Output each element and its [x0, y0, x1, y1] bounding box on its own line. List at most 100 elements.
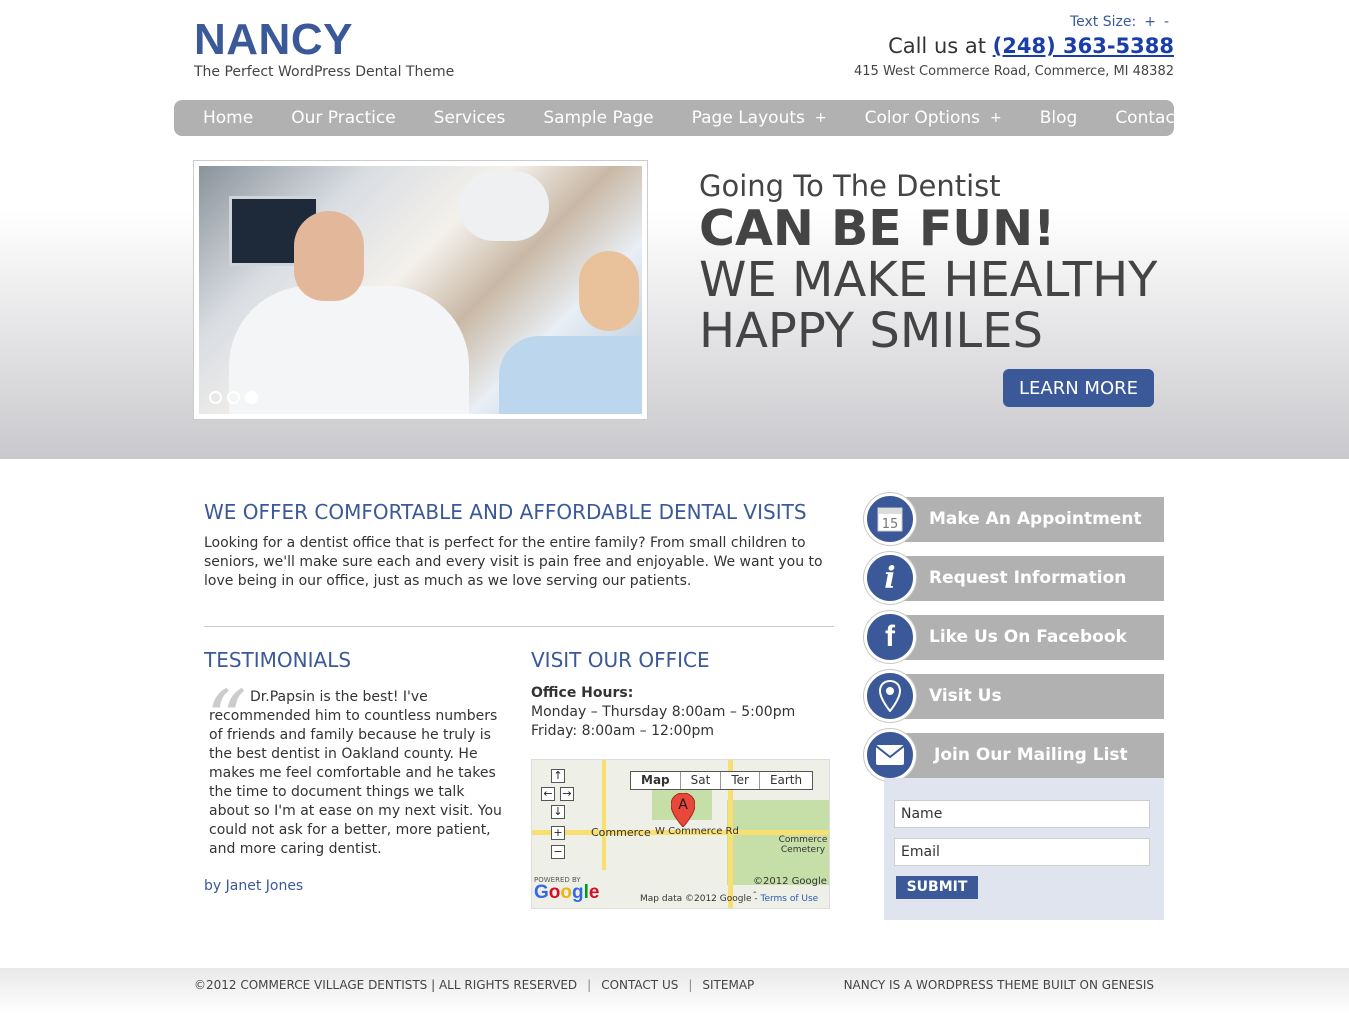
visit-heading: VISIT OUR OFFICE	[531, 648, 710, 672]
nav-label: Home	[203, 108, 254, 128]
sidebar-mailing-list[interactable]: Join Our Mailing List	[864, 729, 1164, 781]
text-size-label: Text Size:	[1069, 14, 1137, 30]
nav-item-blog[interactable]: Blog	[1021, 108, 1097, 128]
hours-label: Office Hours:	[531, 685, 634, 701]
site-title[interactable]: NANCY	[194, 14, 454, 66]
map-pan-up-icon[interactable]: ↑	[551, 769, 565, 783]
facebook-icon: f	[864, 611, 916, 663]
phone-link[interactable]: (248) 363-5388	[993, 34, 1174, 58]
hours-weekday: Monday – Thursday 8:00am – 5:00pm	[531, 704, 796, 720]
nav-label: Color Options	[864, 108, 980, 128]
testimonial-author: by Janet Jones	[204, 878, 304, 894]
nav-label: Sample Page	[543, 108, 654, 128]
map-terms-link[interactable]: Terms of Use	[760, 894, 818, 904]
patient-figure	[499, 336, 642, 414]
map-road-label: Commerce	[591, 826, 651, 839]
map-pan-left-icon[interactable]: ←	[541, 787, 555, 801]
nav-item-home[interactable]: Home	[184, 108, 272, 128]
sidebar-like-facebook[interactable]: Like Us On Facebook f	[864, 611, 1164, 663]
learn-more-button[interactable]: LEARN MORE	[1003, 369, 1154, 407]
map-type-earth[interactable]: Earth	[758, 772, 812, 789]
footer-copyright: ©2012 COMMERCE VILLAGE DENTISTS | ALL RI…	[194, 978, 578, 992]
nav-item-contact-us[interactable]: Contact Us	[1096, 108, 1227, 128]
map-data-attribution: Map data ©2012 Google - Terms of Use	[640, 894, 818, 904]
content-divider	[204, 626, 834, 627]
map-zoom-out-icon[interactable]: −	[551, 845, 565, 859]
sidebar-label: Request Information	[929, 568, 1127, 588]
site-tagline: The Perfect WordPress Dental Theme	[194, 64, 455, 80]
info-icon: i	[864, 552, 916, 604]
intro-body: Looking for a dentist office that is per…	[204, 535, 823, 589]
sidebar-make-appointment[interactable]: Make An Appointment 15	[864, 493, 1164, 545]
dentist-figure	[229, 286, 469, 414]
map-type-sat[interactable]: Sat	[679, 772, 721, 789]
call-label: Call us at	[888, 34, 986, 58]
nav-item-our-practice[interactable]: Our Practice	[272, 108, 414, 128]
map-data-text: Map data ©2012 Google -	[640, 894, 758, 904]
intro-section: WE OFFER COMFORTABLE AND AFFORDABLE DENT…	[204, 500, 834, 591]
map-type-ter[interactable]: Ter	[720, 772, 759, 789]
intro-heading: WE OFFER COMFORTABLE AND AFFORDABLE DENT…	[204, 500, 807, 524]
sidebar-visit-us[interactable]: Visit Us	[864, 670, 1164, 722]
nav-label: Services	[433, 108, 506, 128]
site-logo[interactable]: NANCY The Perfect WordPress Dental Theme	[194, 14, 454, 80]
slide-image-dentist-patient	[199, 166, 642, 414]
hero-line-3: WE MAKE HEALTHY	[699, 252, 1158, 308]
sidebar-label: Like Us On Facebook	[929, 627, 1127, 647]
map-pan-down-icon[interactable]: ↓	[551, 805, 565, 819]
main-nav: Home Our Practice Services Sample Page P…	[174, 100, 1208, 136]
address: 415 West Commerce Road, Commerce, MI 483…	[854, 64, 1174, 79]
facebook-glyph: f	[885, 620, 895, 653]
nav-item-color-options[interactable]: Color Options +	[846, 108, 1021, 128]
nav-item-sample-page[interactable]: Sample Page	[524, 108, 672, 128]
map-type-map[interactable]: Map	[631, 772, 680, 789]
quote-mark-icon: “	[206, 673, 247, 766]
email-field[interactable]: Email	[894, 838, 1150, 866]
patient-head	[579, 251, 639, 331]
map-pan-right-icon[interactable]: →	[560, 787, 574, 801]
text-size-decrease-button[interactable]: -	[1164, 14, 1169, 30]
call-us: Call us at (248) 363-5388	[888, 34, 1174, 58]
submenu-plus-icon: +	[814, 110, 827, 126]
footer-sitemap-link[interactable]: SITEMAP	[702, 978, 754, 992]
footer-contact-link[interactable]: CONTACT US	[601, 978, 678, 992]
hero-slider[interactable]	[193, 160, 648, 420]
nav-label: Our Practice	[291, 108, 396, 128]
text-size-increase-button[interactable]: +	[1144, 14, 1156, 30]
map-zoom-in-icon[interactable]: +	[551, 826, 565, 840]
footer-credit[interactable]: NANCY IS A WORDPRESS THEME BUILT ON GENE…	[844, 978, 1154, 992]
sidebar-request-information[interactable]: Request Information i	[864, 552, 1164, 604]
visit-office-section: VISIT OUR OFFICE Office Hours: Monday – …	[531, 648, 831, 909]
nav-label: Blog	[1039, 108, 1078, 128]
hero-line-2: CAN BE FUN!	[699, 200, 1056, 257]
slider-dot-1[interactable]	[209, 391, 222, 404]
testimonials-section: TESTIMONIALS “ Dr.Papsin is the best! I'…	[204, 648, 504, 894]
submit-button[interactable]: SUBMIT	[896, 876, 978, 899]
map-pin-icon	[864, 670, 916, 722]
dental-lamp	[459, 171, 549, 241]
office-hours: Office Hours: Monday – Thursday 8:00am –…	[531, 684, 831, 741]
nav-item-page-layouts[interactable]: Page Layouts +	[673, 108, 846, 128]
hero-line-4: HAPPY SMILES	[699, 303, 1043, 359]
slider-dot-3[interactable]	[245, 391, 258, 404]
google-logo: Google	[534, 882, 600, 903]
name-field[interactable]: Name	[894, 800, 1150, 828]
sidebar-label: Visit Us	[929, 686, 1002, 706]
map-road	[602, 760, 606, 870]
slider-dot-2[interactable]	[227, 391, 240, 404]
testimonial-quote: “ Dr.Papsin is the best! I've recommende…	[204, 680, 504, 859]
footer-separator: |	[587, 978, 592, 992]
map-type-selector: Map Sat Ter Earth	[630, 771, 814, 790]
sidebar-label: Make An Appointment	[929, 509, 1142, 529]
nav-label: Contact Us	[1115, 108, 1209, 128]
footer: ©2012 COMMERCE VILLAGE DENTISTS | ALL RI…	[0, 968, 1349, 1015]
hours-friday: Friday: 8:00am – 12:00pm	[531, 723, 715, 739]
calendar-icon: 15	[864, 493, 916, 545]
nav-item-services[interactable]: Services	[415, 108, 525, 128]
hero-line-1: Going To The Dentist	[699, 169, 1001, 203]
nav-label: Page Layouts	[691, 108, 805, 128]
map-marker-icon[interactable]: A	[671, 793, 695, 827]
map-road-label: W Commerce Rd	[655, 826, 739, 837]
google-map[interactable]: Map Sat Ter Earth ↑ ← → ↓ + − Commerce W…	[531, 759, 830, 909]
footer-separator: |	[688, 978, 693, 992]
